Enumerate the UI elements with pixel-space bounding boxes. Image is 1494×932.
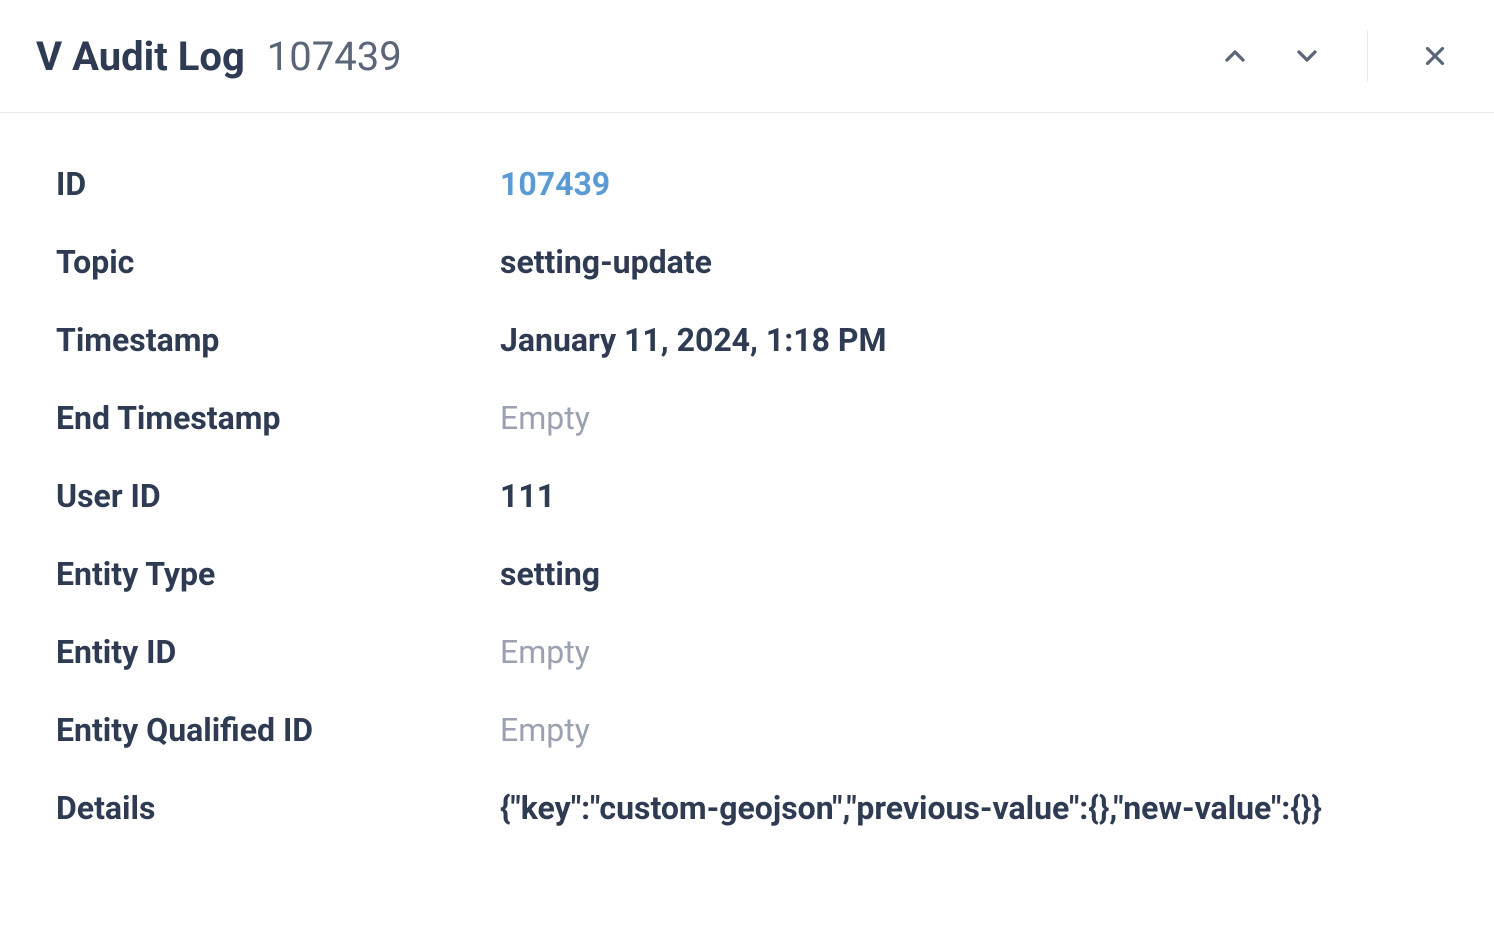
field-value-entity-qualified-id: Empty [500,711,590,749]
close-button[interactable] [1416,37,1454,75]
field-label-details: Details [56,789,500,827]
chevron-down-icon [1291,40,1323,72]
page-title-id: 107439 [267,33,402,80]
chevron-up-icon [1219,40,1251,72]
next-button[interactable] [1287,36,1327,76]
field-value-entity-type: setting [500,555,600,593]
close-icon [1420,41,1450,71]
nav-buttons-group [1215,30,1368,82]
field-value-details: {"key":"custom-geojson","previous-value"… [500,789,1322,827]
field-label-topic: Topic [56,243,500,281]
field-label-timestamp: Timestamp [56,321,500,359]
header-title-group: V Audit Log 107439 [36,33,402,80]
previous-button[interactable] [1215,36,1255,76]
field-row-entity-type: Entity Type setting [56,555,1438,593]
field-label-id: ID [56,165,500,203]
field-value-topic: setting-update [500,243,712,281]
field-label-user-id: User ID [56,477,500,515]
page-title: V Audit Log [36,33,245,80]
field-label-entity-qualified-id: Entity Qualified ID [56,711,500,749]
field-row-end-timestamp: End Timestamp Empty [56,399,1438,437]
field-row-topic: Topic setting-update [56,243,1438,281]
field-label-entity-id: Entity ID [56,633,500,671]
field-row-id: ID 107439 [56,165,1438,203]
field-row-entity-qualified-id: Entity Qualified ID Empty [56,711,1438,749]
detail-content: ID 107439 Topic setting-update Timestamp… [0,113,1494,827]
field-value-timestamp: January 11, 2024, 1:18 PM [500,321,887,359]
field-row-user-id: User ID 111 [56,477,1438,515]
field-value-user-id: 111 [500,477,555,515]
field-row-entity-id: Entity ID Empty [56,633,1438,671]
field-label-end-timestamp: End Timestamp [56,399,500,437]
header-actions [1215,30,1454,82]
field-value-end-timestamp: Empty [500,399,590,437]
field-label-entity-type: Entity Type [56,555,500,593]
field-value-id[interactable]: 107439 [500,165,610,203]
field-value-entity-id: Empty [500,633,590,671]
field-row-timestamp: Timestamp January 11, 2024, 1:18 PM [56,321,1438,359]
panel-header: V Audit Log 107439 [0,0,1494,113]
field-row-details: Details {"key":"custom-geojson","previou… [56,789,1438,827]
